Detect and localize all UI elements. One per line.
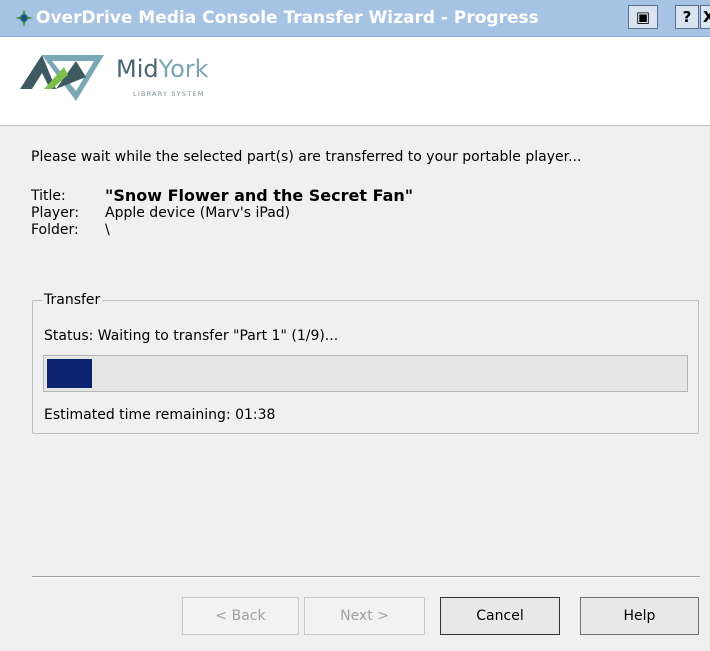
library-subtitle: LIBRARY SYSTEM [133,90,205,98]
overdrive-app-icon [15,9,33,27]
transfer-status: Status: Waiting to transfer "Part 1" (1/… [44,328,339,344]
cancel-button[interactable]: Cancel [440,597,560,635]
restore-button[interactable]: ▣ [628,5,658,29]
transfer-group-label: Transfer [42,292,103,308]
intro-text: Please wait while the selected part(s) a… [31,149,582,165]
title-bar[interactable]: OverDrive Media Console Transfer Wizard … [0,0,710,37]
library-name-york: York [158,55,209,83]
close-icon: X [703,8,710,26]
title-value: "Snow Flower and the Secret Fan" [105,186,414,205]
progress-fill [47,359,92,388]
mid-york-logo-icon [20,55,104,101]
restore-icon: ▣ [635,8,651,26]
library-name: MidYork [116,55,209,83]
window-title: OverDrive Media Console Transfer Wizard … [36,8,539,28]
context-help-button[interactable]: ? [675,5,699,29]
player-value: Apple device (Marv's iPad) [105,205,291,221]
folder-value: \ [105,222,110,238]
wizard-header: MidYork LIBRARY SYSTEM [0,37,710,126]
back-button[interactable]: < Back [182,597,299,635]
transfer-wizard-window: OverDrive Media Console Transfer Wizard … [0,0,710,651]
button-separator [32,576,700,578]
time-remaining: Estimated time remaining: 01:38 [44,407,276,423]
transfer-progress-bar [43,355,688,392]
library-name-mid: Mid [116,55,159,83]
next-button[interactable]: Next > [304,597,425,635]
help-button[interactable]: Help [580,597,699,635]
folder-label: Folder: [31,222,79,238]
close-button[interactable]: X [700,5,710,29]
title-label: Title: [31,188,66,204]
question-mark-icon: ? [682,8,692,26]
player-label: Player: [31,205,80,221]
